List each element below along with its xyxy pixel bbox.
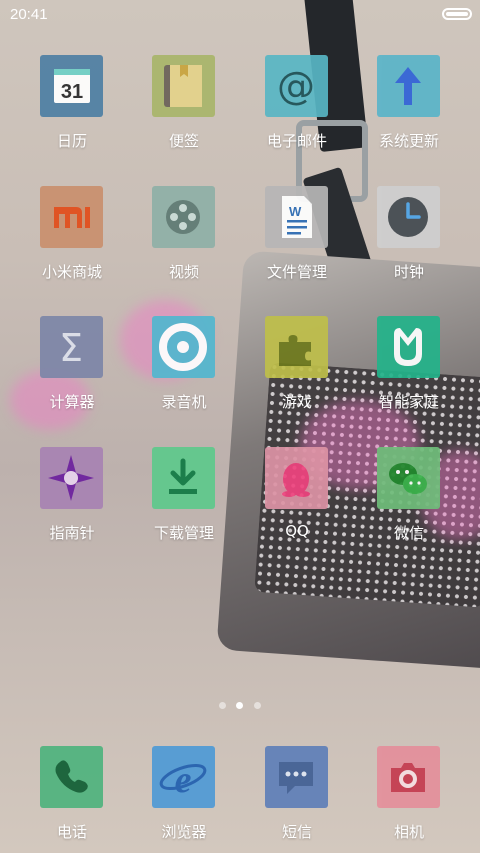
notes-icon: [152, 55, 215, 117]
page-dot[interactable]: [254, 702, 261, 709]
app-camera[interactable]: 相机: [359, 746, 459, 853]
app-label: 相机: [393, 823, 424, 841]
email-icon: @: [265, 55, 328, 117]
app-label: 系统更新: [378, 132, 439, 150]
mi-store-icon: [40, 186, 103, 248]
phone-icon: [40, 746, 103, 808]
app-sigma[interactable]: Σ 计算器: [22, 316, 122, 426]
app-wechat[interactable]: 微信: [359, 447, 459, 557]
sigma-icon: Σ: [40, 316, 103, 378]
calendar-date-text: 31: [61, 81, 83, 103]
app-qq-penguin[interactable]: QQ: [247, 447, 347, 557]
browser-icon: e: [152, 746, 215, 808]
app-mi-store[interactable]: 小米商城: [22, 186, 122, 296]
app-calendar[interactable]: 31 日历: [22, 55, 122, 165]
app-label: 小米商城: [41, 263, 102, 281]
video-reel-icon: [152, 186, 215, 248]
app-mijia[interactable]: 智能家庭: [359, 316, 459, 426]
app-document[interactable]: W 文件管理: [247, 186, 347, 296]
app-label: QQ: [285, 522, 309, 540]
app-phone[interactable]: 电话: [22, 746, 122, 853]
app-label: 智能家庭: [378, 393, 439, 411]
app-label: 浏览器: [161, 823, 207, 841]
compass-icon: [40, 447, 103, 509]
document-icon: W: [265, 186, 328, 248]
app-download[interactable]: 下载管理: [134, 447, 234, 557]
svg-text:W: W: [289, 204, 302, 219]
qq-penguin-icon: [265, 447, 328, 509]
app-update-arrow[interactable]: 系统更新: [359, 55, 459, 165]
app-compass[interactable]: 指南针: [22, 447, 122, 557]
page-dot-active[interactable]: [236, 702, 243, 709]
app-label: 计算器: [49, 393, 95, 411]
update-arrow-icon: [377, 55, 440, 117]
app-label: 电子邮件: [266, 132, 327, 150]
message-icon: [265, 746, 328, 808]
app-browser[interactable]: e 浏览器: [134, 746, 234, 853]
app-puzzle[interactable]: 游戏: [247, 316, 347, 426]
battery-icon: [442, 8, 472, 20]
home-screen: 20:41 31 日历 便签 @ 电子邮件 系统更新小米商城 视频 W 文件管理 时钟 Σ 计算器 录音…: [0, 0, 480, 853]
clock-icon: [377, 186, 440, 248]
status-bar: 20:41: [0, 0, 480, 28]
app-label: 游戏: [281, 393, 312, 411]
app-label: 日历: [56, 132, 87, 150]
app-label: 文件管理: [266, 263, 327, 281]
mijia-icon: [377, 316, 440, 378]
recorder-icon: [152, 316, 215, 378]
app-label: 下载管理: [153, 524, 214, 542]
app-message[interactable]: 短信: [247, 746, 347, 853]
app-label: 电话: [56, 823, 87, 841]
app-label: 视频: [168, 263, 199, 281]
app-label: 便签: [168, 132, 199, 150]
app-notes[interactable]: 便签: [134, 55, 234, 165]
app-label: 录音机: [161, 393, 207, 411]
svg-text:Σ: Σ: [59, 326, 83, 370]
app-label: 时钟: [393, 263, 424, 281]
page-indicator: [0, 700, 480, 712]
puzzle-icon: [265, 316, 328, 378]
app-recorder[interactable]: 录音机: [134, 316, 234, 426]
app-label: 指南针: [49, 524, 95, 542]
wechat-icon: [377, 447, 440, 509]
app-video-reel[interactable]: 视频: [134, 186, 234, 296]
download-icon: [152, 447, 215, 509]
camera-icon: [377, 746, 440, 808]
app-email[interactable]: @ 电子邮件: [247, 55, 347, 165]
app-clock[interactable]: 时钟: [359, 186, 459, 296]
status-time: 20:41: [10, 6, 48, 23]
app-label: 微信: [393, 524, 424, 542]
calendar-icon: 31: [40, 55, 103, 117]
app-label: 短信: [281, 823, 312, 841]
page-dot[interactable]: [219, 702, 226, 709]
svg-text:@: @: [277, 64, 315, 108]
